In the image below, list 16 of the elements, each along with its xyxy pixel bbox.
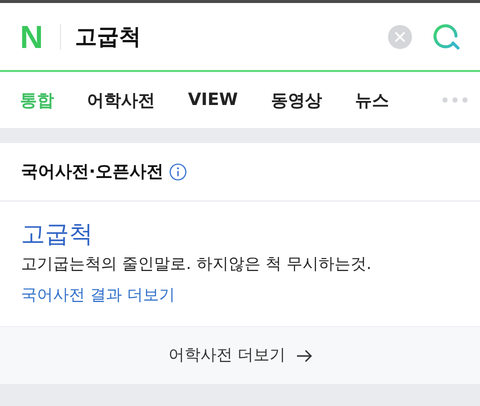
more-results-link[interactable]: 국어사전 결과 더보기 [21,285,176,306]
arrow-right-icon [296,348,312,362]
search-field[interactable]: 고굽척 [75,24,388,49]
tab[interactable]: 동영상 [270,88,322,112]
tab[interactable]: 어학사전 [87,88,155,112]
tab[interactable]: 뉴스 [354,88,389,112]
info-icon[interactable] [169,162,188,180]
more-button[interactable] [442,97,468,103]
more-icon [442,97,468,103]
clear-button[interactable] [388,24,412,48]
dictionary-more-link[interactable]: 어학사전 더보기 [0,326,480,384]
search-icon[interactable] [432,22,462,52]
word-link[interactable]: 고굽척 [21,218,93,250]
definition-text: 고기굽는척의 줄인말로. 하지않은 척 무시하는것. [21,254,372,275]
tab[interactable]: VIEW [188,90,238,110]
section-title: 국어사전·오픈사전 [21,161,164,183]
